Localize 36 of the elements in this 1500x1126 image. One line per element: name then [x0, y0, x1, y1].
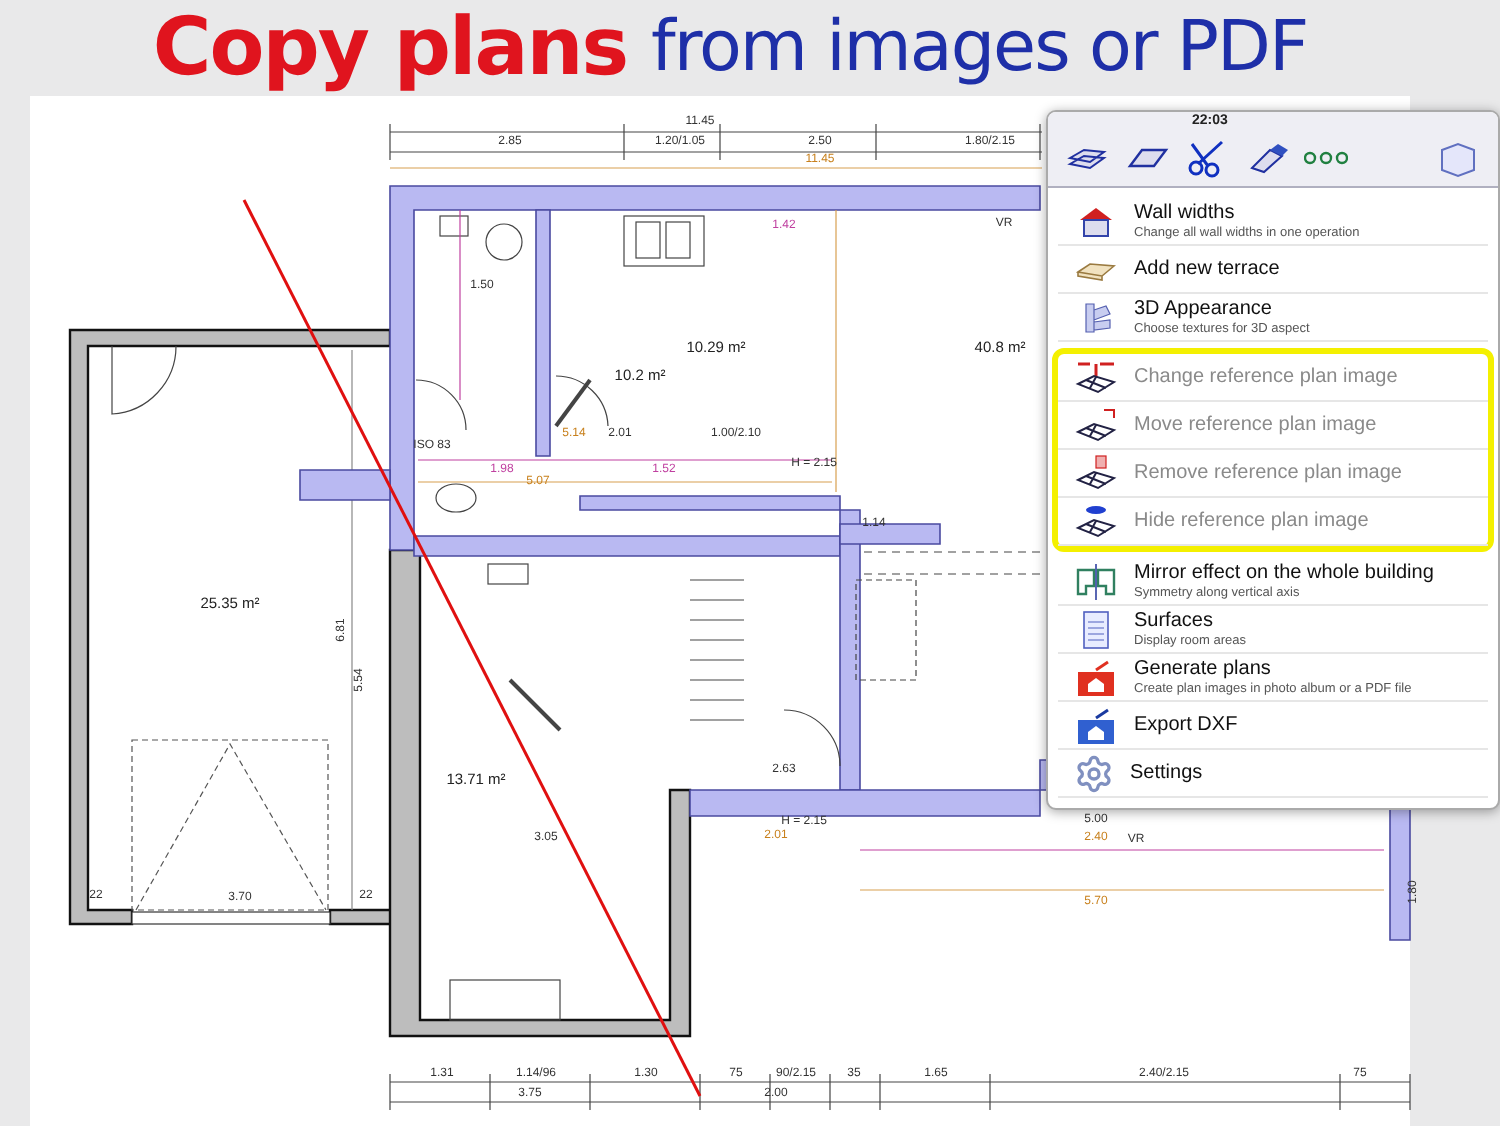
item-title: Add new terrace	[1134, 257, 1280, 281]
plan-image-icon	[1074, 405, 1118, 445]
sink-drawing	[623, 215, 705, 267]
door-leaf	[508, 678, 562, 732]
plan-image-icon	[1074, 501, 1118, 541]
headline-text: from images or PDF	[651, 8, 1308, 88]
menu-item[interactable]: Settings	[1058, 750, 1488, 798]
item-title: Surfaces	[1134, 609, 1215, 633]
item-title: Move reference plan image	[1134, 413, 1377, 437]
fixture	[439, 215, 469, 237]
mirror-icon	[1074, 561, 1118, 601]
door-swing	[111, 345, 177, 415]
stair-steps	[689, 579, 745, 721]
folder-icon	[1074, 657, 1118, 697]
dots-icon[interactable]	[1304, 149, 1348, 165]
door-swing	[783, 709, 841, 767]
item-title: Wall widths	[1134, 201, 1237, 225]
door-drawing	[554, 375, 609, 428]
item-title: Remove reference plan image	[1134, 461, 1402, 485]
headline-lead: Copy plans	[152, 2, 627, 94]
dashed-outline	[855, 579, 917, 681]
menu-item[interactable]: Add new terrace	[1058, 246, 1488, 294]
item-title: Generate plans	[1134, 657, 1273, 681]
fixture	[449, 979, 561, 1021]
item-title: Mirror effect on the whole building	[1134, 561, 1434, 585]
item-title: Change reference plan image	[1134, 365, 1398, 389]
folder-icon	[1074, 705, 1118, 745]
plan-image-icon	[1074, 453, 1118, 493]
item-title: Settings	[1130, 761, 1203, 785]
item-title: 3D Appearance	[1134, 297, 1274, 321]
item-title: Export DXF	[1134, 713, 1238, 737]
plan-image-icon	[1074, 357, 1118, 397]
settings-icon	[1074, 753, 1114, 793]
door-swing	[415, 379, 467, 431]
item-title: Hide reference plan image	[1134, 509, 1369, 533]
menu-item[interactable]: Export DXF	[1058, 702, 1488, 750]
